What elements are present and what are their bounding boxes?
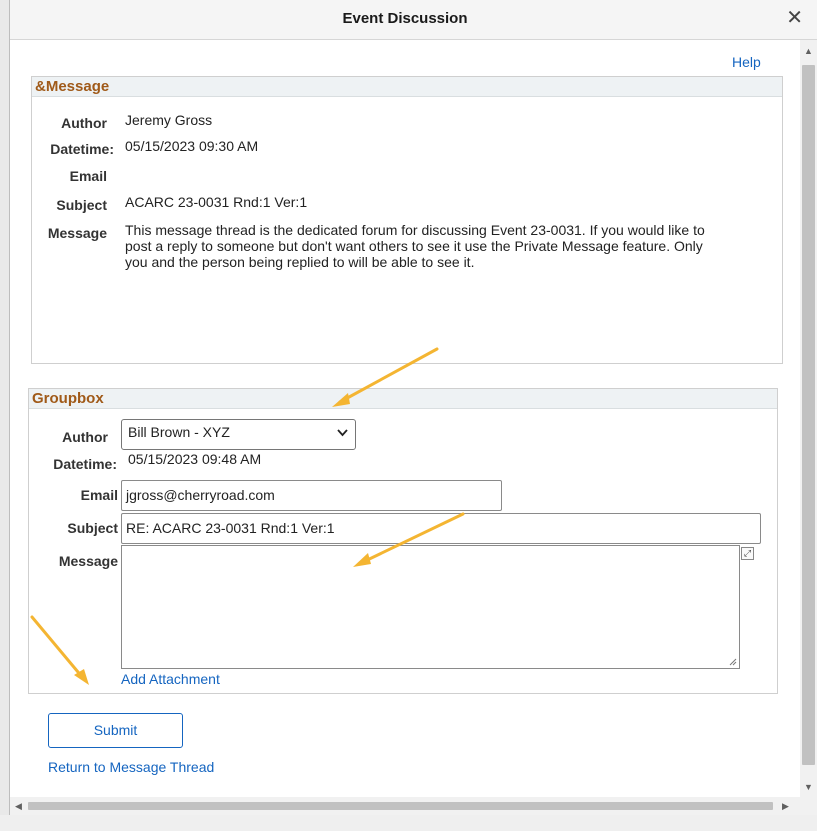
- datetime-label: Datetime:: [50, 141, 114, 157]
- reply-datetime-value: 05/15/2023 09:48 AM: [128, 451, 262, 467]
- subject-label: Subject: [56, 197, 107, 213]
- reply-groupbox: Groupbox Author Bill Brown - XYZ Datetim…: [28, 388, 778, 694]
- dialog-content: Help &Message Author Jeremy Gross Dateti…: [10, 40, 800, 797]
- author-label: Author: [61, 115, 107, 131]
- dialog-title: Event Discussion: [342, 10, 468, 27]
- reply-datetime-label: Datetime:: [53, 456, 117, 472]
- reply-subject-label: Subject: [67, 520, 118, 536]
- scroll-down-icon[interactable]: ▼: [804, 782, 813, 792]
- expand-icon[interactable]: ⤢: [741, 547, 754, 560]
- message-label: Message: [47, 225, 107, 241]
- scroll-right-icon[interactable]: ▶: [782, 801, 789, 812]
- reply-email-label: Email: [80, 487, 118, 503]
- author-select[interactable]: Bill Brown - XYZ: [121, 419, 356, 450]
- author-value: Jeremy Gross: [125, 112, 213, 128]
- message-line: you and the person being replied to will…: [125, 254, 475, 270]
- submit-button[interactable]: Submit: [48, 713, 183, 748]
- message-line: post a reply to someone but don't want o…: [125, 238, 703, 254]
- vertical-scrollbar[interactable]: ▲ ▼: [800, 40, 817, 797]
- reply-message-label: Message: [58, 553, 118, 569]
- vertical-scroll-thumb[interactable]: [802, 65, 815, 765]
- close-icon[interactable]: ✕: [786, 7, 803, 29]
- reply-groupbox-header: Groupbox: [29, 389, 777, 409]
- message-groupbox-header: &Message: [32, 77, 782, 97]
- scroll-up-icon[interactable]: ▲: [804, 46, 813, 56]
- help-link[interactable]: Help: [732, 54, 761, 70]
- horizontal-scroll-thumb[interactable]: [28, 802, 773, 810]
- message-line: This message thread is the dedicated for…: [125, 222, 705, 238]
- message-body: This message thread is the dedicated for…: [125, 222, 785, 270]
- email-label: Email: [69, 168, 107, 184]
- add-attachment-link[interactable]: Add Attachment: [121, 671, 220, 687]
- email-input[interactable]: jgross@cherryroad.com: [121, 480, 502, 511]
- subject-input[interactable]: RE: ACARC 23-0031 Rnd:1 Ver:1: [121, 513, 761, 544]
- event-discussion-dialog: Event Discussion ✕ Help &Message Author …: [9, 0, 817, 815]
- return-to-thread-link[interactable]: Return to Message Thread: [48, 759, 214, 775]
- author-select-value: Bill Brown - XYZ: [128, 424, 230, 440]
- scrollbar-corner: [800, 797, 817, 815]
- chevron-down-icon: [337, 426, 348, 440]
- datetime-value: 05/15/2023 09:30 AM: [125, 138, 259, 154]
- resize-handle-icon[interactable]: [729, 658, 737, 666]
- dialog-titlebar: Event Discussion ✕: [10, 0, 817, 40]
- reply-author-label: Author: [62, 429, 108, 445]
- scroll-left-icon[interactable]: ◀: [15, 801, 22, 812]
- horizontal-scrollbar[interactable]: ◀ ▶: [10, 797, 800, 815]
- background-page-bottom: [0, 815, 817, 831]
- message-groupbox: &Message Author Jeremy Gross Datetime: 0…: [31, 76, 783, 364]
- subject-value: ACARC 23-0031 Rnd:1 Ver:1: [125, 194, 308, 210]
- message-textarea[interactable]: [121, 545, 740, 669]
